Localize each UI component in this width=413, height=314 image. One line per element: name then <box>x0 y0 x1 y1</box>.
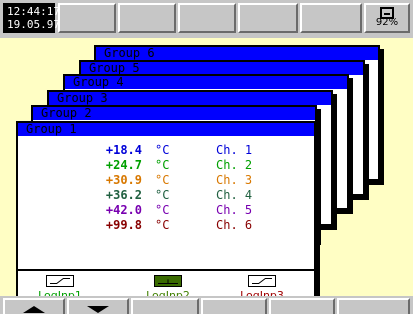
display-area: Group 6 Group 5 Group 4 Group 3 Group 2 … <box>0 38 413 313</box>
channel-unit: °C <box>155 158 170 172</box>
header-button-2[interactable] <box>118 3 176 33</box>
header-button-3[interactable] <box>178 3 236 33</box>
switch-closed-icon <box>154 275 182 287</box>
group-title: Group 4 <box>65 76 347 89</box>
channel-unit: °C <box>155 143 170 157</box>
channel-unit: °C <box>155 218 170 232</box>
channel-value: +18.4 <box>105 143 142 157</box>
arrow-down-icon <box>87 306 109 313</box>
scroll-up-button[interactable] <box>3 298 65 314</box>
clock-display: 12:44:17 19.05.97 <box>3 3 60 33</box>
channel-value: +36.2 <box>105 188 142 202</box>
switch-open-icon <box>248 275 276 287</box>
channel-unit: °C <box>155 203 170 217</box>
channel-name: Ch. 6 <box>216 218 253 232</box>
channel-row: +42.0 °C Ch. 5 <box>18 202 314 218</box>
channel-unit: °C <box>155 173 170 187</box>
arrow-up-icon <box>23 306 45 313</box>
channel-row: +30.9 °C Ch. 3 <box>18 172 314 188</box>
softkey-3[interactable] <box>131 298 199 314</box>
softkey-4[interactable] <box>201 298 267 314</box>
channel-name: Ch. 2 <box>216 158 253 172</box>
channel-row: +18.4 °C Ch. 1 <box>18 142 314 158</box>
group-title: Group 2 <box>33 107 315 120</box>
group-window-1[interactable]: Group 1 +18.4 °C Ch. 1 +24.7 °C Ch. 2 +3… <box>16 121 316 313</box>
switch-open-icon <box>46 275 74 287</box>
group-title: Group 3 <box>49 92 331 105</box>
status-bar: 12:44:17 19.05.97 92% <box>0 0 413 38</box>
group-title: Group 1 <box>18 123 314 136</box>
channel-name: Ch. 3 <box>216 173 253 187</box>
header-button-5[interactable] <box>300 3 362 33</box>
channel-row: +36.2 °C Ch. 4 <box>18 187 314 203</box>
scroll-down-button[interactable] <box>67 298 129 314</box>
memory-button[interactable]: 92% <box>364 3 410 33</box>
channel-row: +24.7 °C Ch. 2 <box>18 157 314 173</box>
recorder-screen: 12:44:17 19.05.97 92% Group 6 Group 5 Gr… <box>0 0 413 314</box>
softkey-5[interactable] <box>269 298 335 314</box>
header-button-4[interactable] <box>238 3 298 33</box>
channel-value: +99.8 <box>105 218 142 232</box>
channel-unit: °C <box>155 188 170 202</box>
channel-name: Ch. 4 <box>216 188 253 202</box>
date-text: 19.05.97 <box>7 18 60 31</box>
group-title: Group 6 <box>96 47 378 60</box>
time-text: 12:44:17 <box>7 5 60 18</box>
channel-name: Ch. 5 <box>216 203 253 217</box>
memory-percent: 92% <box>375 17 399 28</box>
channel-value: +30.9 <box>105 173 142 187</box>
channel-name: Ch. 1 <box>216 143 253 157</box>
channel-value: +42.0 <box>105 203 142 217</box>
softkey-6[interactable] <box>337 298 410 314</box>
header-button-1[interactable] <box>58 3 116 33</box>
softkey-bar <box>0 296 413 314</box>
channel-value: +24.7 <box>105 158 142 172</box>
channel-row: +99.8 °C Ch. 6 <box>18 217 314 233</box>
